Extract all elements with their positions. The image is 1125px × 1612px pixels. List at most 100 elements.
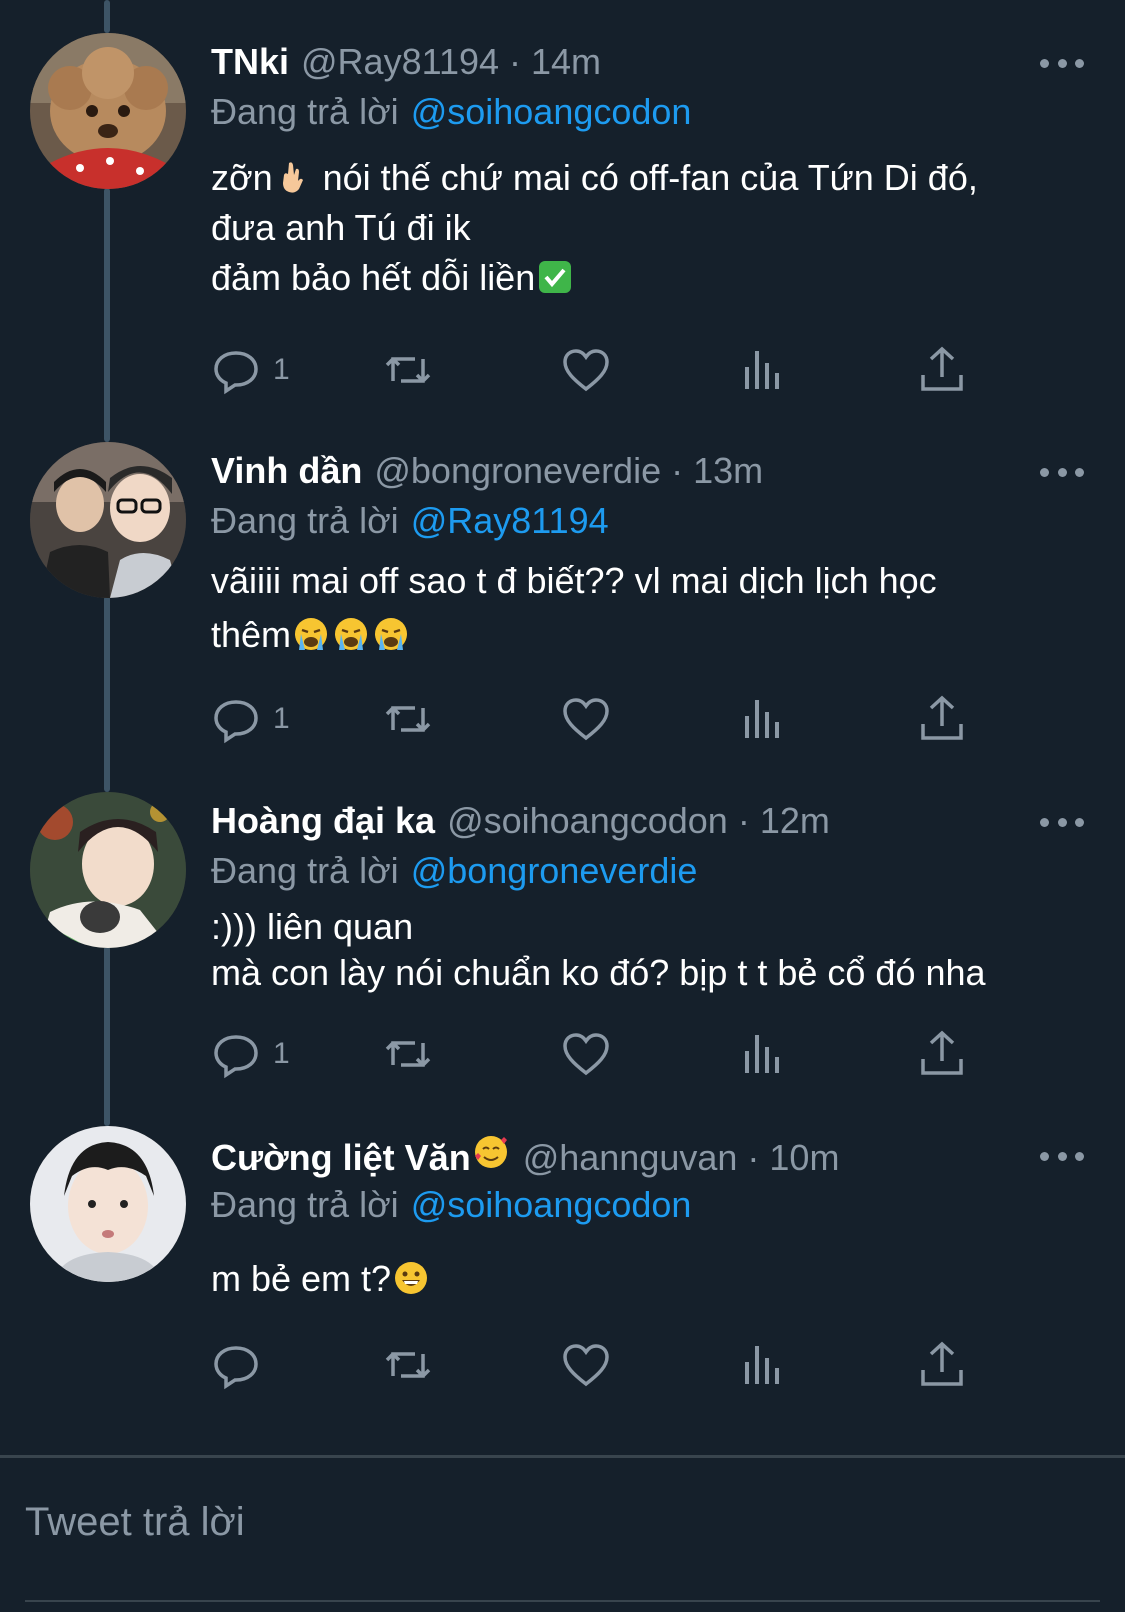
reply-icon	[214, 1346, 258, 1390]
analytics-button[interactable]	[739, 345, 789, 395]
reply-button[interactable]	[211, 1340, 261, 1390]
more-icon[interactable]	[1040, 812, 1084, 832]
tweet-text: vãiiii mai off sao t đ biết?? vl mai dịc…	[211, 554, 1071, 662]
like-icon	[563, 698, 609, 741]
reply-count: 1	[273, 702, 290, 735]
analytics-button[interactable]	[739, 1340, 789, 1390]
more-icon[interactable]	[1040, 462, 1084, 482]
timestamp[interactable]: 13m	[693, 450, 763, 492]
timestamp[interactable]: 10m	[769, 1137, 839, 1179]
more-icon[interactable]	[1040, 53, 1084, 73]
like-button[interactable]	[561, 1340, 611, 1390]
reply-button[interactable]: 1	[211, 345, 290, 395]
mention-link[interactable]: @bongroneverdie	[411, 850, 698, 891]
divider	[25, 1600, 1100, 1602]
share-button[interactable]	[917, 1029, 967, 1079]
like-icon	[563, 1344, 609, 1387]
separator-dot: ·	[509, 41, 522, 82]
analytics-button[interactable]	[739, 694, 789, 744]
tweet[interactable]: Hoàng đại ka @soihoangcodon · 12m Đang t…	[0, 792, 1125, 1092]
replying-to: Đang trả lời @soihoangcodon	[211, 91, 691, 133]
replying-prefix: Đang trả lời	[211, 1184, 399, 1225]
like-button[interactable]	[561, 694, 611, 744]
smiling-hearts-icon	[474, 1136, 507, 1168]
tweet-actions: 1	[211, 1029, 1011, 1079]
mention-link[interactable]: @soihoangcodon	[411, 91, 692, 132]
tweet-actions: 1	[211, 694, 1011, 744]
two-people-avatar-image	[30, 442, 186, 598]
tweet-text: zỡn nói thế chứ mai có off-fan của Tứn D…	[211, 153, 1071, 303]
display-name[interactable]: Hoàng đại ka	[211, 800, 435, 842]
hand-icon	[282, 162, 303, 193]
avatar[interactable]	[30, 33, 186, 189]
user-handle[interactable]: @Ray81194	[301, 41, 499, 83]
share-icon	[921, 346, 963, 391]
replying-prefix: Đang trả lời	[211, 91, 399, 132]
reply-button[interactable]: 1	[211, 1029, 290, 1079]
like-button[interactable]	[561, 345, 611, 395]
tweet-line: mà con lày nói chuẩn ko đó? bịp t t bẻ c…	[211, 952, 986, 993]
user-handle[interactable]: @soihoangcodon	[447, 800, 728, 842]
tweet-line: zỡn nói thế chứ mai có off-fan của Tứn D…	[211, 157, 978, 198]
retweet-button[interactable]	[383, 1340, 433, 1390]
tweet-thread: TNki @Ray81194 · 14m Đang trả lời @soihoa…	[0, 0, 1125, 1455]
tweet[interactable]: Vinh dần @bongroneverdie · 13m Đang trả …	[0, 442, 1125, 752]
tweet-header: TNki @Ray81194 · 14m	[211, 41, 601, 91]
retweet-button[interactable]	[383, 1029, 433, 1079]
avatar[interactable]	[30, 792, 186, 948]
more-icon[interactable]	[1040, 1146, 1084, 1166]
tweet[interactable]: TNki @Ray81194 · 14m Đang trả lời @soihoa…	[0, 33, 1125, 403]
separator-dot: ·	[737, 800, 750, 841]
like-button[interactable]	[561, 1029, 611, 1079]
check-icon	[539, 261, 572, 293]
share-button[interactable]	[917, 1340, 967, 1390]
poodle-avatar-image	[30, 33, 186, 189]
reply-count: 1	[273, 1037, 290, 1070]
separator-dot: ·	[671, 450, 684, 491]
analytics-button[interactable]	[739, 1029, 789, 1079]
mention-link[interactable]: @soihoangcodon	[411, 1184, 692, 1225]
reply-count: 1	[273, 353, 290, 386]
avatar[interactable]	[30, 1126, 186, 1282]
tweet-line: đảm bảo hết dỗi liền	[211, 253, 1071, 303]
tweet-text: :))) liên quan mà con lày nói chuẩn ko đ…	[211, 904, 1071, 996]
share-icon	[921, 695, 963, 740]
retweet-button[interactable]	[383, 694, 433, 744]
boy-avatar-image	[30, 792, 186, 948]
analytics-icon	[745, 700, 779, 738]
man-avatar-image	[30, 1126, 186, 1282]
share-icon	[921, 1341, 963, 1386]
display-name[interactable]: TNki	[211, 41, 289, 83]
tweet-actions	[211, 1340, 1011, 1390]
share-icon	[921, 1030, 963, 1075]
retweet-button[interactable]	[383, 345, 433, 395]
analytics-icon	[745, 1035, 779, 1073]
reply-icon	[214, 351, 258, 395]
tweet-header: Cường liệt Văn @hannguvan · 10m	[211, 1134, 839, 1184]
tweet-line: m bẻ em t?	[211, 1254, 1071, 1304]
reply-icon	[214, 1035, 258, 1079]
tweet-actions: 1	[211, 345, 1011, 395]
display-name[interactable]: Vinh dần	[211, 450, 362, 492]
user-handle[interactable]: @bongroneverdie	[374, 450, 661, 492]
user-handle[interactable]: @hannguvan	[523, 1137, 738, 1179]
like-icon	[563, 1033, 609, 1076]
tweet-header: Hoàng đại ka @soihoangcodon · 12m	[211, 800, 830, 850]
timestamp[interactable]: 12m	[760, 800, 830, 842]
avatar[interactable]	[30, 442, 186, 598]
analytics-icon	[745, 351, 779, 389]
tweet-header: Vinh dần @bongroneverdie · 13m	[211, 450, 763, 500]
mention-link[interactable]: @Ray81194	[411, 500, 609, 541]
reply-input[interactable]: Tweet trả lời	[25, 1500, 245, 1545]
tweet-text: m bẻ em t?	[211, 1254, 1071, 1304]
timestamp[interactable]: 14m	[531, 41, 601, 83]
reply-button[interactable]: 1	[211, 694, 290, 744]
tweet[interactable]: Cường liệt Văn @hannguvan · 10m Đang trả…	[0, 1126, 1125, 1426]
share-button[interactable]	[917, 345, 967, 395]
display-name[interactable]: Cường liệt Văn	[211, 1137, 471, 1179]
crying-faces-icon	[291, 614, 411, 655]
retweet-icon	[385, 357, 431, 383]
analytics-icon	[745, 1346, 779, 1384]
share-button[interactable]	[917, 694, 967, 744]
replying-to: Đang trả lời @bongroneverdie	[211, 850, 697, 892]
